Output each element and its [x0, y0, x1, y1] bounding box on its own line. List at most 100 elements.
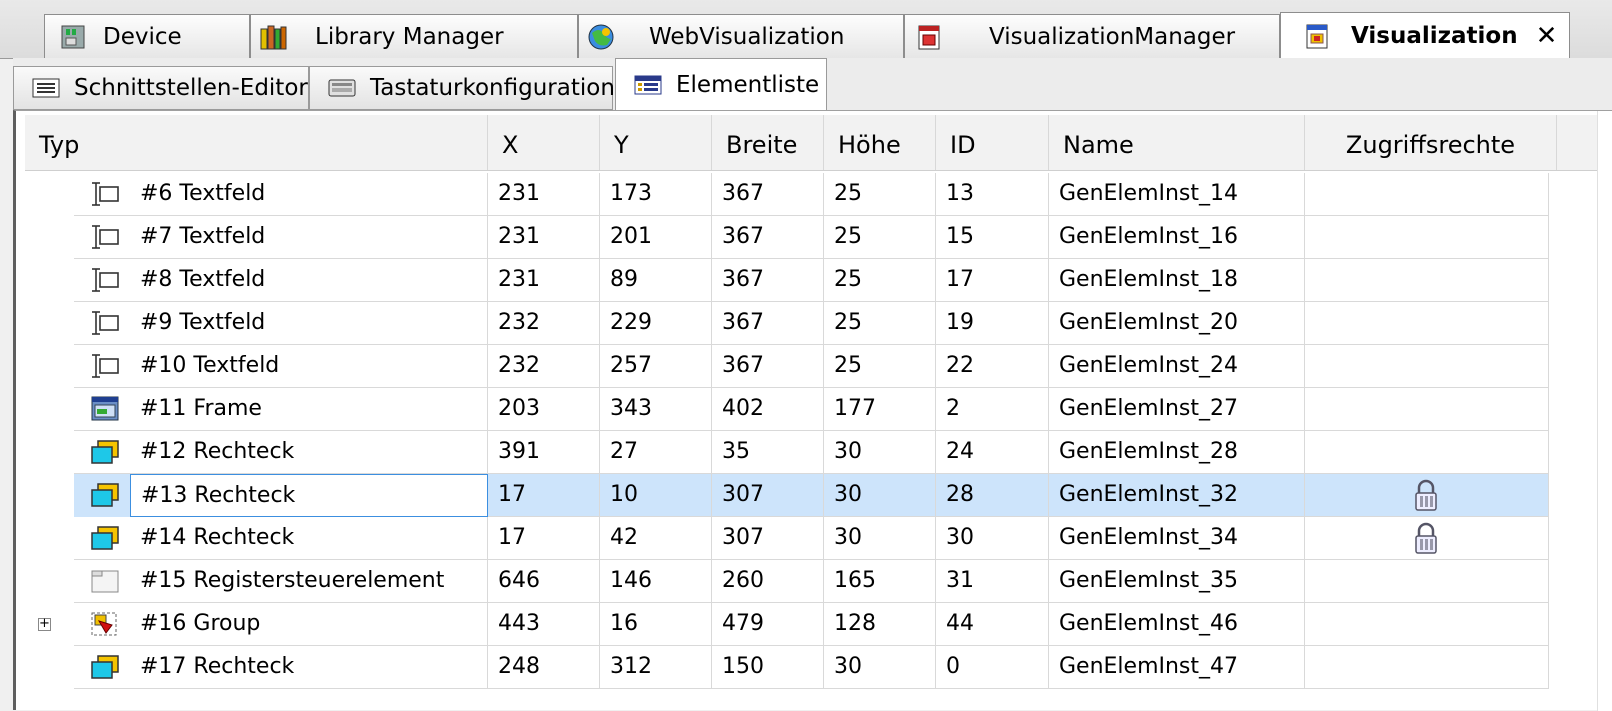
cell-typ[interactable]: #13 Rechteck: [130, 474, 488, 517]
lock-icon[interactable]: [1412, 521, 1440, 555]
cell-name: GenElemInst_32: [1049, 474, 1305, 517]
cell-y: 16: [600, 603, 712, 646]
column-header-breite[interactable]: Breite: [712, 115, 824, 170]
column-header-y[interactable]: Y: [600, 115, 712, 170]
table-row[interactable]: #17 Rechteck 248 312 150 30 0 GenElemInst_47: [16, 646, 1549, 689]
tab-visualizationmanager-label: VisualizationManager: [989, 23, 1236, 50]
table-row[interactable]: #10 Textfeld 232 257 367 25 22 GenElemInst_24: [16, 345, 1549, 388]
tab-schnittstellen-editor-label: Schnittstellen-Editor: [74, 75, 308, 101]
cell-zugriffsrechte: [1305, 388, 1549, 431]
tab-webvisualization[interactable]: WebVisualization: [578, 14, 904, 58]
table-row[interactable]: #8 Textfeld 231 89 367 25 17 GenElemInst_18: [16, 259, 1549, 302]
table-row[interactable]: + #16 Group 443 16 479 128 44 GenElemInst_46: [16, 603, 1549, 646]
table-row[interactable]: #14 Rechteck 17 42 307 30 30 GenElemInst_34: [16, 517, 1549, 560]
column-header-typ[interactable]: Typ: [25, 115, 488, 170]
cell-name: GenElemInst_47: [1049, 646, 1305, 689]
cell-name: GenElemInst_27: [1049, 388, 1305, 431]
close-icon[interactable]: ✕: [1536, 21, 1558, 51]
table-row[interactable]: #13 Rechteck 17 10 307 30 28 GenElemInst_32: [16, 474, 1549, 517]
tab-visualization[interactable]: Visualization ✕: [1280, 12, 1570, 59]
table-row[interactable]: #7 Textfeld 231 201 367 25 15 GenElemInst_16: [16, 216, 1549, 259]
column-header-zugriffsrechte[interactable]: Zugriffsrechte: [1305, 115, 1557, 170]
cell-x: 646: [488, 560, 600, 603]
tab-tastaturkonfiguration[interactable]: Tastaturkonfiguration: [309, 66, 615, 110]
visualization-icon: [1306, 24, 1328, 49]
element-list-panel: Typ X Y Breite Höhe ID Name Zugriffsrech…: [13, 110, 1612, 711]
cell-x: 443: [488, 603, 600, 646]
cell-name: GenElemInst_35: [1049, 560, 1305, 603]
cell-name: GenElemInst_20: [1049, 302, 1305, 345]
cell-hoehe: 165: [824, 560, 936, 603]
tab-visualizationmanager[interactable]: VisualizationManager: [904, 14, 1280, 58]
tab-library-manager[interactable]: Library Manager: [250, 14, 578, 58]
cell-y: 173: [600, 173, 712, 216]
cell-x: 17: [488, 517, 600, 560]
cell-zugriffsrechte: [1305, 560, 1549, 603]
cell-hoehe: 128: [824, 603, 936, 646]
cell-hoehe: 177: [824, 388, 936, 431]
cell-id: 17: [936, 259, 1049, 302]
cell-typ[interactable]: #6 Textfeld: [74, 173, 488, 216]
table-row[interactable]: #15 Registersteuerelement 646 146 260 165 31 G…: [16, 560, 1549, 603]
cell-id: 44: [936, 603, 1049, 646]
cell-id: 19: [936, 302, 1049, 345]
cell-typ[interactable]: #10 Textfeld: [74, 345, 488, 388]
cell-breite: 367: [712, 302, 824, 345]
tab-library-manager-label: Library Manager: [315, 23, 504, 50]
cell-x: 232: [488, 345, 600, 388]
interface-editor-icon: [32, 78, 60, 98]
column-header-x[interactable]: X: [488, 115, 600, 170]
cell-hoehe: 30: [824, 431, 936, 474]
cell-breite: 150: [712, 646, 824, 689]
tab-tastaturkonfiguration-label: Tastaturkonfiguration: [370, 75, 615, 101]
grid-header: Typ X Y Breite Höhe ID Name Zugriffsrech…: [25, 115, 1612, 171]
tab-device[interactable]: Device: [44, 14, 250, 58]
table-row[interactable]: #11 Frame 203 343 402 177 2 GenElemInst_27: [16, 388, 1549, 431]
cell-breite: 367: [712, 259, 824, 302]
tab-elementliste[interactable]: Elementliste: [615, 58, 827, 111]
cell-y: 89: [600, 259, 712, 302]
cell-id: 13: [936, 173, 1049, 216]
cell-x: 231: [488, 259, 600, 302]
cell-zugriffsrechte: [1305, 259, 1549, 302]
cell-x: 203: [488, 388, 600, 431]
column-header-name[interactable]: Name: [1049, 115, 1305, 170]
cell-typ[interactable]: #17 Rechteck: [74, 646, 488, 689]
cell-typ[interactable]: #12 Rechteck: [74, 431, 488, 474]
column-header-hoehe[interactable]: Höhe: [824, 115, 936, 170]
cell-x: 17: [488, 474, 600, 517]
cell-name: GenElemInst_18: [1049, 259, 1305, 302]
cell-x: 248: [488, 646, 600, 689]
cell-breite: 402: [712, 388, 824, 431]
cell-breite: 260: [712, 560, 824, 603]
table-row[interactable]: #12 Rechteck 391 27 35 30 24 GenElemInst_28: [16, 431, 1549, 474]
panel-right-edge: [1597, 111, 1612, 711]
cell-y: 229: [600, 302, 712, 345]
column-header-id[interactable]: ID: [936, 115, 1049, 170]
cell-breite: 307: [712, 474, 824, 517]
cell-zugriffsrechte: [1305, 173, 1549, 216]
cell-name: GenElemInst_34: [1049, 517, 1305, 560]
tab-elementliste-label: Elementliste: [676, 72, 820, 98]
cell-hoehe: 25: [824, 173, 936, 216]
cell-zugriffsrechte: [1305, 216, 1549, 259]
cell-typ[interactable]: #11 Frame: [74, 388, 488, 431]
cell-typ[interactable]: #9 Textfeld: [74, 302, 488, 345]
cell-typ[interactable]: #15 Registersteuerelement: [74, 560, 488, 603]
cell-x: 231: [488, 173, 600, 216]
expand-icon[interactable]: +: [38, 617, 51, 631]
cell-y: 42: [600, 517, 712, 560]
cell-typ[interactable]: #8 Textfeld: [74, 259, 488, 302]
lock-icon[interactable]: [1412, 478, 1440, 512]
cell-typ[interactable]: #7 Textfeld: [74, 216, 488, 259]
device-icon: [61, 25, 85, 48]
web-visu-icon: [588, 24, 614, 49]
cell-typ[interactable]: #16 Group: [74, 603, 488, 646]
visu-manager-icon: [918, 25, 940, 49]
table-row[interactable]: #9 Textfeld 232 229 367 25 19 GenElemInst_20: [16, 302, 1549, 345]
table-row[interactable]: #6 Textfeld 231 173 367 25 13 GenElemInst_14: [16, 173, 1549, 216]
tab-schnittstellen-editor[interactable]: Schnittstellen-Editor: [13, 66, 309, 110]
cell-typ[interactable]: #14 Rechteck: [74, 517, 488, 560]
cell-name: GenElemInst_24: [1049, 345, 1305, 388]
cell-y: 343: [600, 388, 712, 431]
